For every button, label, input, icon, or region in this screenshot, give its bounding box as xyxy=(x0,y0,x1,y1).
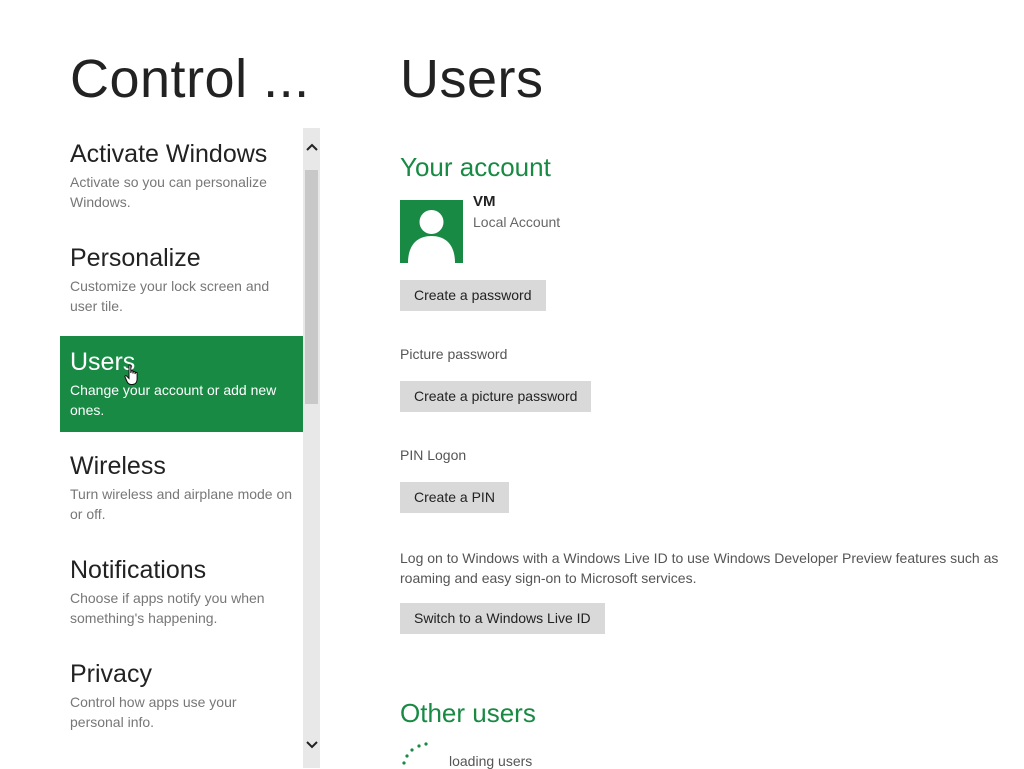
sidebar-item-personalize[interactable]: Personalize Customize your lock screen a… xyxy=(60,232,303,328)
page-title: Users xyxy=(400,49,544,109)
scroll-up-button[interactable] xyxy=(303,136,320,158)
scrollbar-thumb[interactable] xyxy=(305,170,318,404)
app-title: Control ... xyxy=(70,49,310,109)
sidebar-item-activate-windows[interactable]: Activate Windows Activate so you can per… xyxy=(60,128,303,224)
sidebar-item-label: Activate Windows xyxy=(70,140,268,168)
picture-password-label: Picture password xyxy=(400,346,508,362)
loading-spinner-icon xyxy=(402,742,428,765)
your-account-heading: Your account xyxy=(400,152,551,182)
hand-cursor-icon xyxy=(124,364,138,385)
sidebar-item-description: Turn wireless and airplane mode on or of… xyxy=(70,486,293,522)
sidebar-item-description: Control how apps use your personal info. xyxy=(70,694,237,730)
create-pin-button[interactable]: Create a PIN xyxy=(400,482,509,513)
scroll-down-button[interactable] xyxy=(303,734,320,756)
create-password-button[interactable]: Create a password xyxy=(400,280,546,311)
sidebar-item-label: Privacy xyxy=(70,660,152,688)
sidebar-item-privacy[interactable]: Privacy Control how apps use your person… xyxy=(60,648,303,744)
sidebar-item-label: Notifications xyxy=(70,556,207,584)
sidebar-item-label: Wireless xyxy=(70,452,166,480)
sidebar-item-users[interactable]: Users Change your account or add new one… xyxy=(60,336,303,432)
sidebar-scrollbar[interactable] xyxy=(303,128,320,768)
chevron-up-icon xyxy=(305,143,318,151)
user-silhouette-icon xyxy=(400,200,463,263)
other-users-heading: Other users xyxy=(400,698,536,728)
sidebar-item-description: Customize your lock screen and user tile… xyxy=(70,278,270,314)
chevron-down-icon xyxy=(305,741,318,749)
sidebar-item-label: Users xyxy=(70,348,136,376)
sidebar-item-label: Personalize xyxy=(70,244,201,272)
switch-live-id-button[interactable]: Switch to a Windows Live ID xyxy=(400,603,605,634)
pin-logon-label: PIN Logon xyxy=(400,447,467,463)
sidebar-item-description: Choose if apps notify you when something… xyxy=(70,590,265,626)
create-picture-password-button[interactable]: Create a picture password xyxy=(400,381,592,412)
sidebar-item-notifications[interactable]: Notifications Choose if apps notify you … xyxy=(60,544,303,640)
sidebar: Activate Windows Activate so you can per… xyxy=(60,128,303,768)
loading-users-text: loading users xyxy=(449,753,533,769)
sidebar-item-wireless[interactable]: Wireless Turn wireless and airplane mode… xyxy=(60,440,303,536)
account-name: VM xyxy=(473,193,496,210)
live-id-info-text: Log on to Windows with a Windows Live ID… xyxy=(400,550,999,586)
account-type: Local Account xyxy=(473,214,561,230)
sidebar-item-description: Activate so you can personalize Windows. xyxy=(70,174,267,210)
sidebar-item-description: Change your account or add new ones. xyxy=(70,382,277,418)
